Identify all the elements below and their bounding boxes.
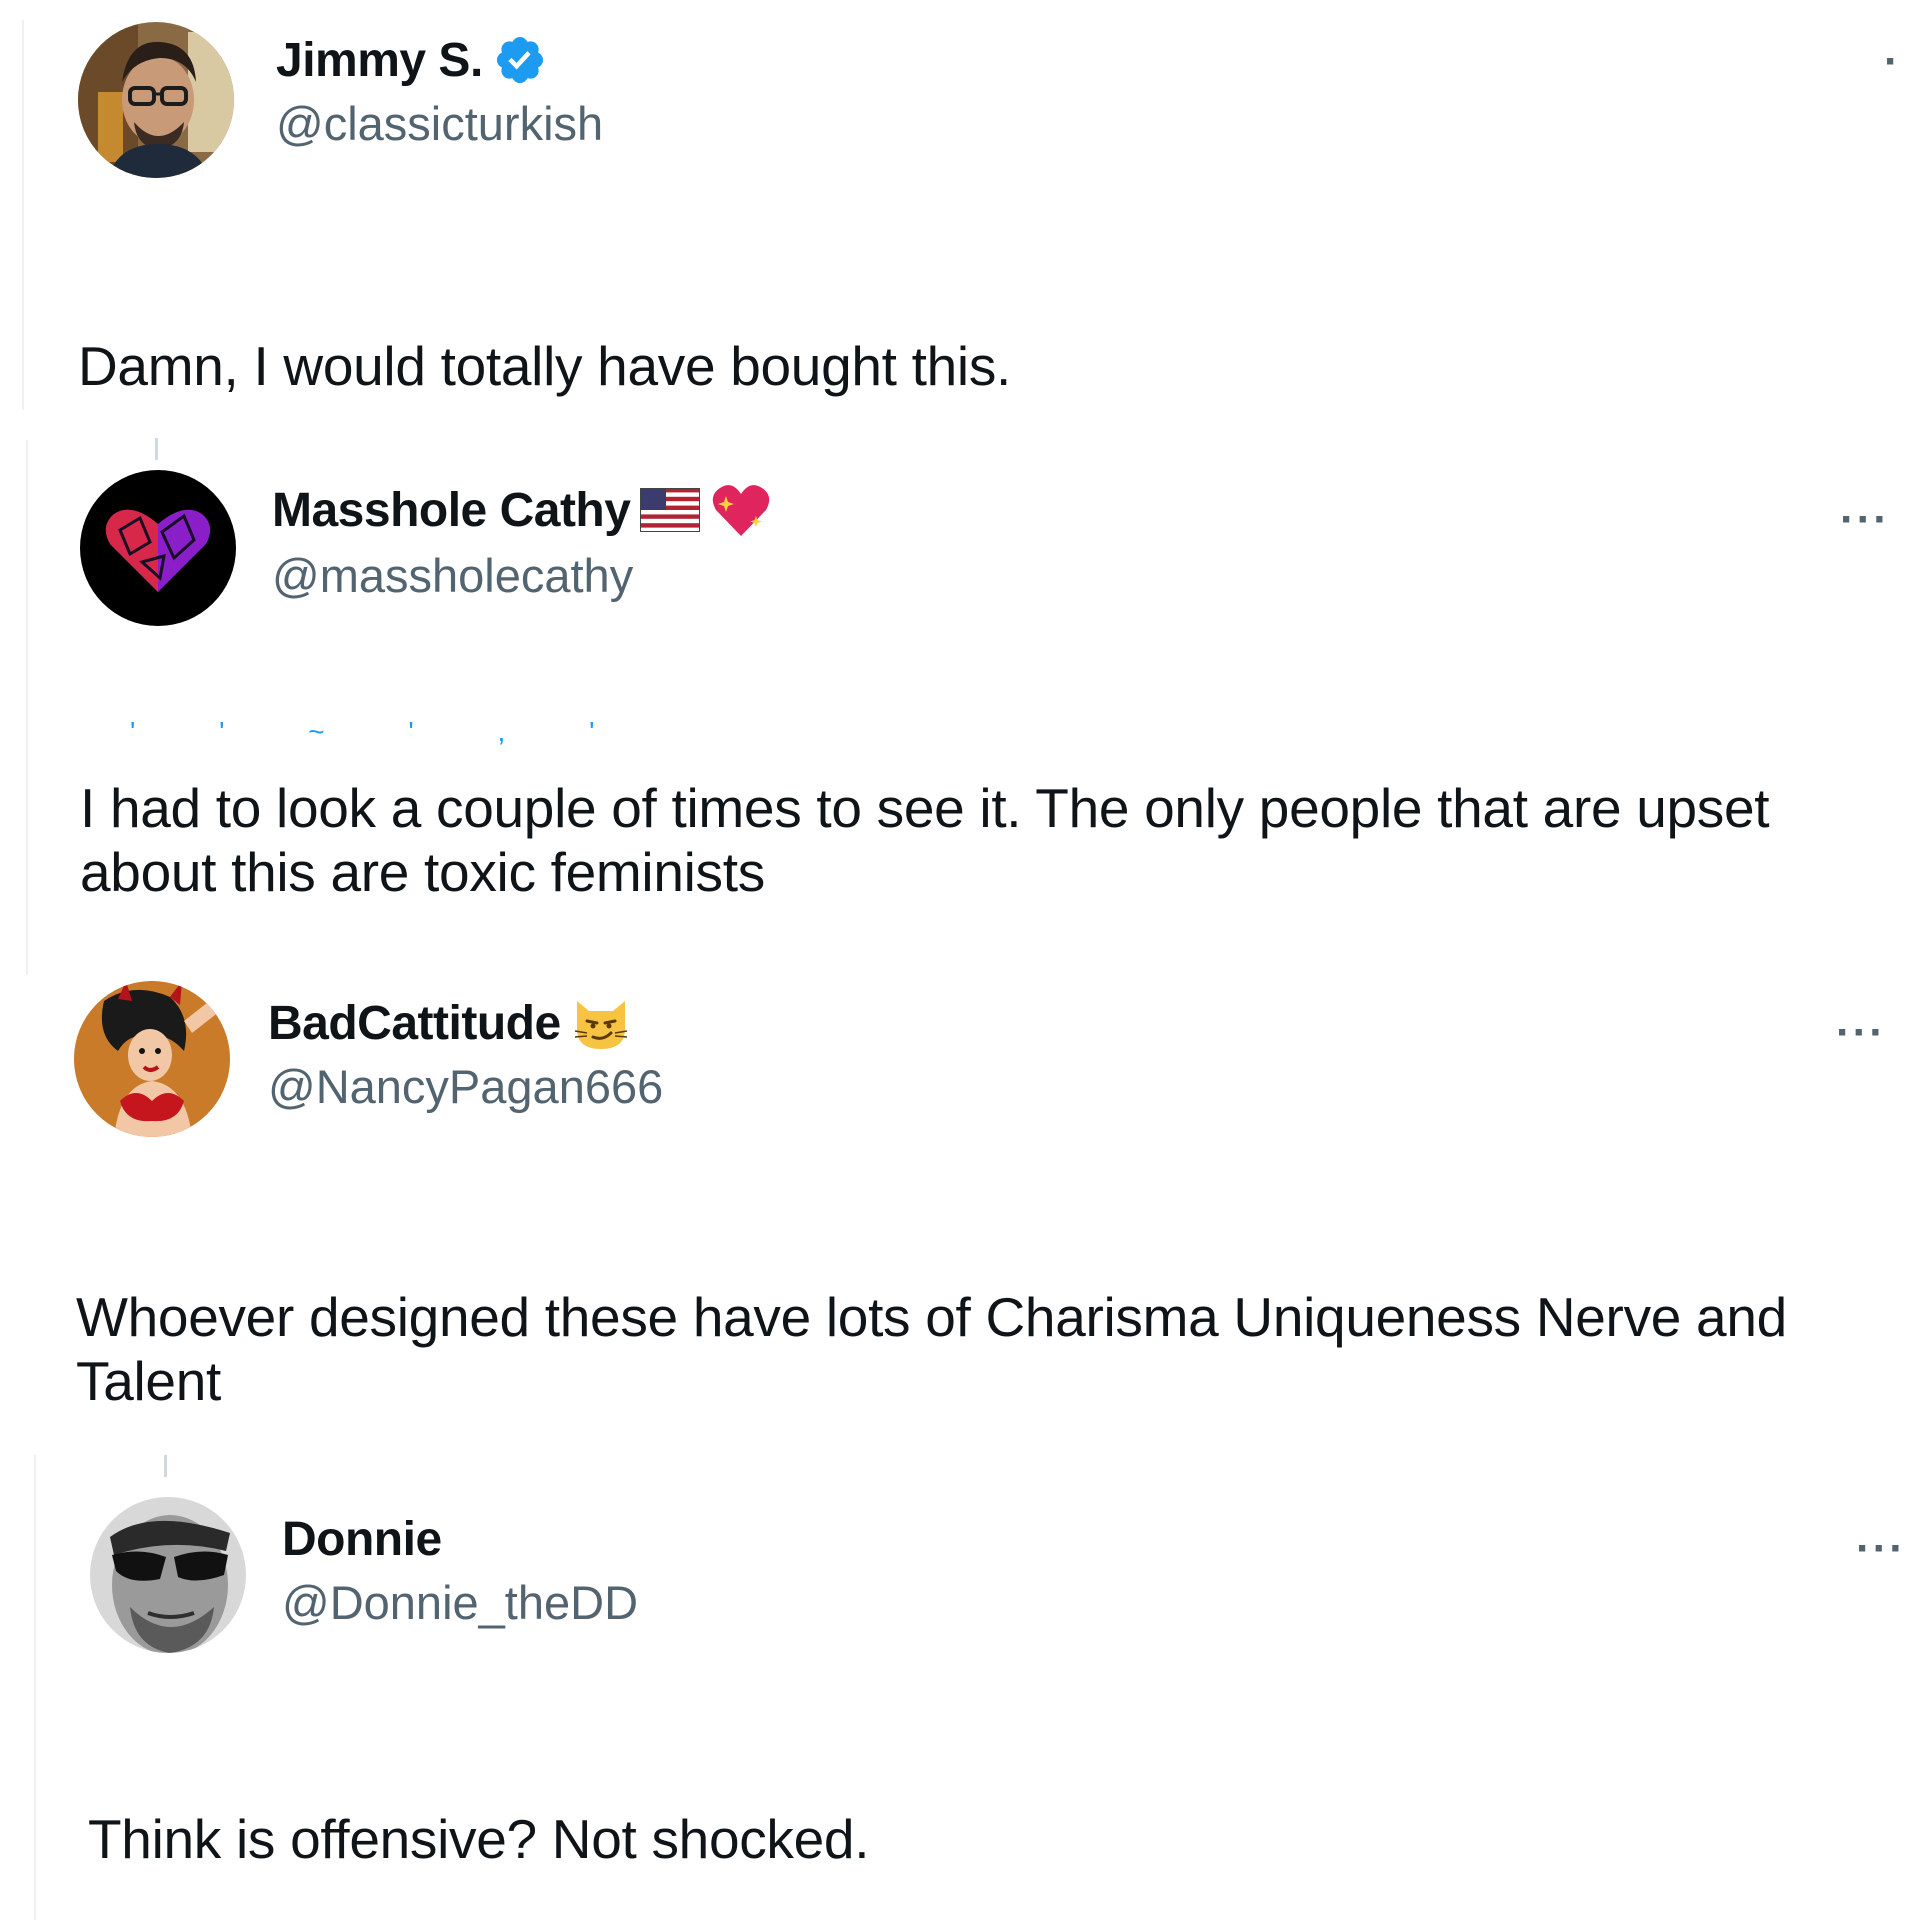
display-name[interactable]: Masshole Cathy xyxy=(272,483,631,538)
tweet-text: Think is offensive? Not shocked. xyxy=(88,1808,870,1870)
author-row: Jimmy S. xyxy=(276,28,547,92)
thread-connector xyxy=(164,1455,167,1477)
tweet-text: Whoever designed these have lots of Char… xyxy=(76,1286,1787,1412)
tweet-donnie[interactable]: Donnie @Donnie_theDD ··· Think is offens… xyxy=(0,1455,1920,1920)
display-name[interactable]: Jimmy S. xyxy=(276,33,483,88)
author-handle[interactable]: @NancyPagan666 xyxy=(268,1059,663,1114)
more-options-icon[interactable]: ··· xyxy=(1840,498,1890,542)
smirking-cat-icon xyxy=(571,993,631,1053)
more-options-icon[interactable]: · xyxy=(1884,40,1901,84)
thread-rule xyxy=(22,20,24,410)
author-handle[interactable]: @classicturkish xyxy=(276,96,603,151)
thread-connector xyxy=(155,438,158,460)
author-handle[interactable]: @Donnie_theDD xyxy=(282,1575,638,1630)
author-row: Masshole Cathy xyxy=(272,478,772,542)
tweet-jimmy[interactable]: Jimmy S. @classicturkish · Damn, I would… xyxy=(0,0,1920,420)
verified-badge-icon xyxy=(493,33,547,87)
author-row: BadCattitude xyxy=(268,991,631,1055)
avatar-badcattitude[interactable] xyxy=(74,981,230,1137)
tweet-text: I had to look a couple of times to see i… xyxy=(80,777,1770,903)
thread-rule xyxy=(26,440,28,975)
sparkling-heart-icon xyxy=(710,482,772,538)
more-options-icon[interactable]: ··· xyxy=(1836,1011,1886,1055)
author-row: Donnie xyxy=(282,1507,442,1571)
cropped-line-fragment: ' ' ~ ' , ' xyxy=(130,716,633,747)
tweet-masshole-cathy[interactable]: Masshole Cathy @massholecathy ··· ' ' ~ … xyxy=(0,420,1920,975)
avatar-jimmy[interactable] xyxy=(78,22,234,178)
author-handle[interactable]: @massholecathy xyxy=(272,548,633,603)
display-name[interactable]: BadCattitude xyxy=(268,996,561,1051)
more-options-icon[interactable]: ··· xyxy=(1856,1527,1906,1571)
avatar-donnie[interactable] xyxy=(90,1497,246,1653)
avatar-masshole-cathy[interactable] xyxy=(80,470,236,626)
us-flag-icon xyxy=(640,488,701,532)
thread-rule xyxy=(34,1455,36,1920)
tweet-badcattitude[interactable]: BadCattitude @NancyPagan666 ··· Whoever … xyxy=(0,955,1920,1455)
display-name[interactable]: Donnie xyxy=(282,1512,442,1567)
tweet-text: Damn, I would totally have bought this. xyxy=(78,335,1011,397)
